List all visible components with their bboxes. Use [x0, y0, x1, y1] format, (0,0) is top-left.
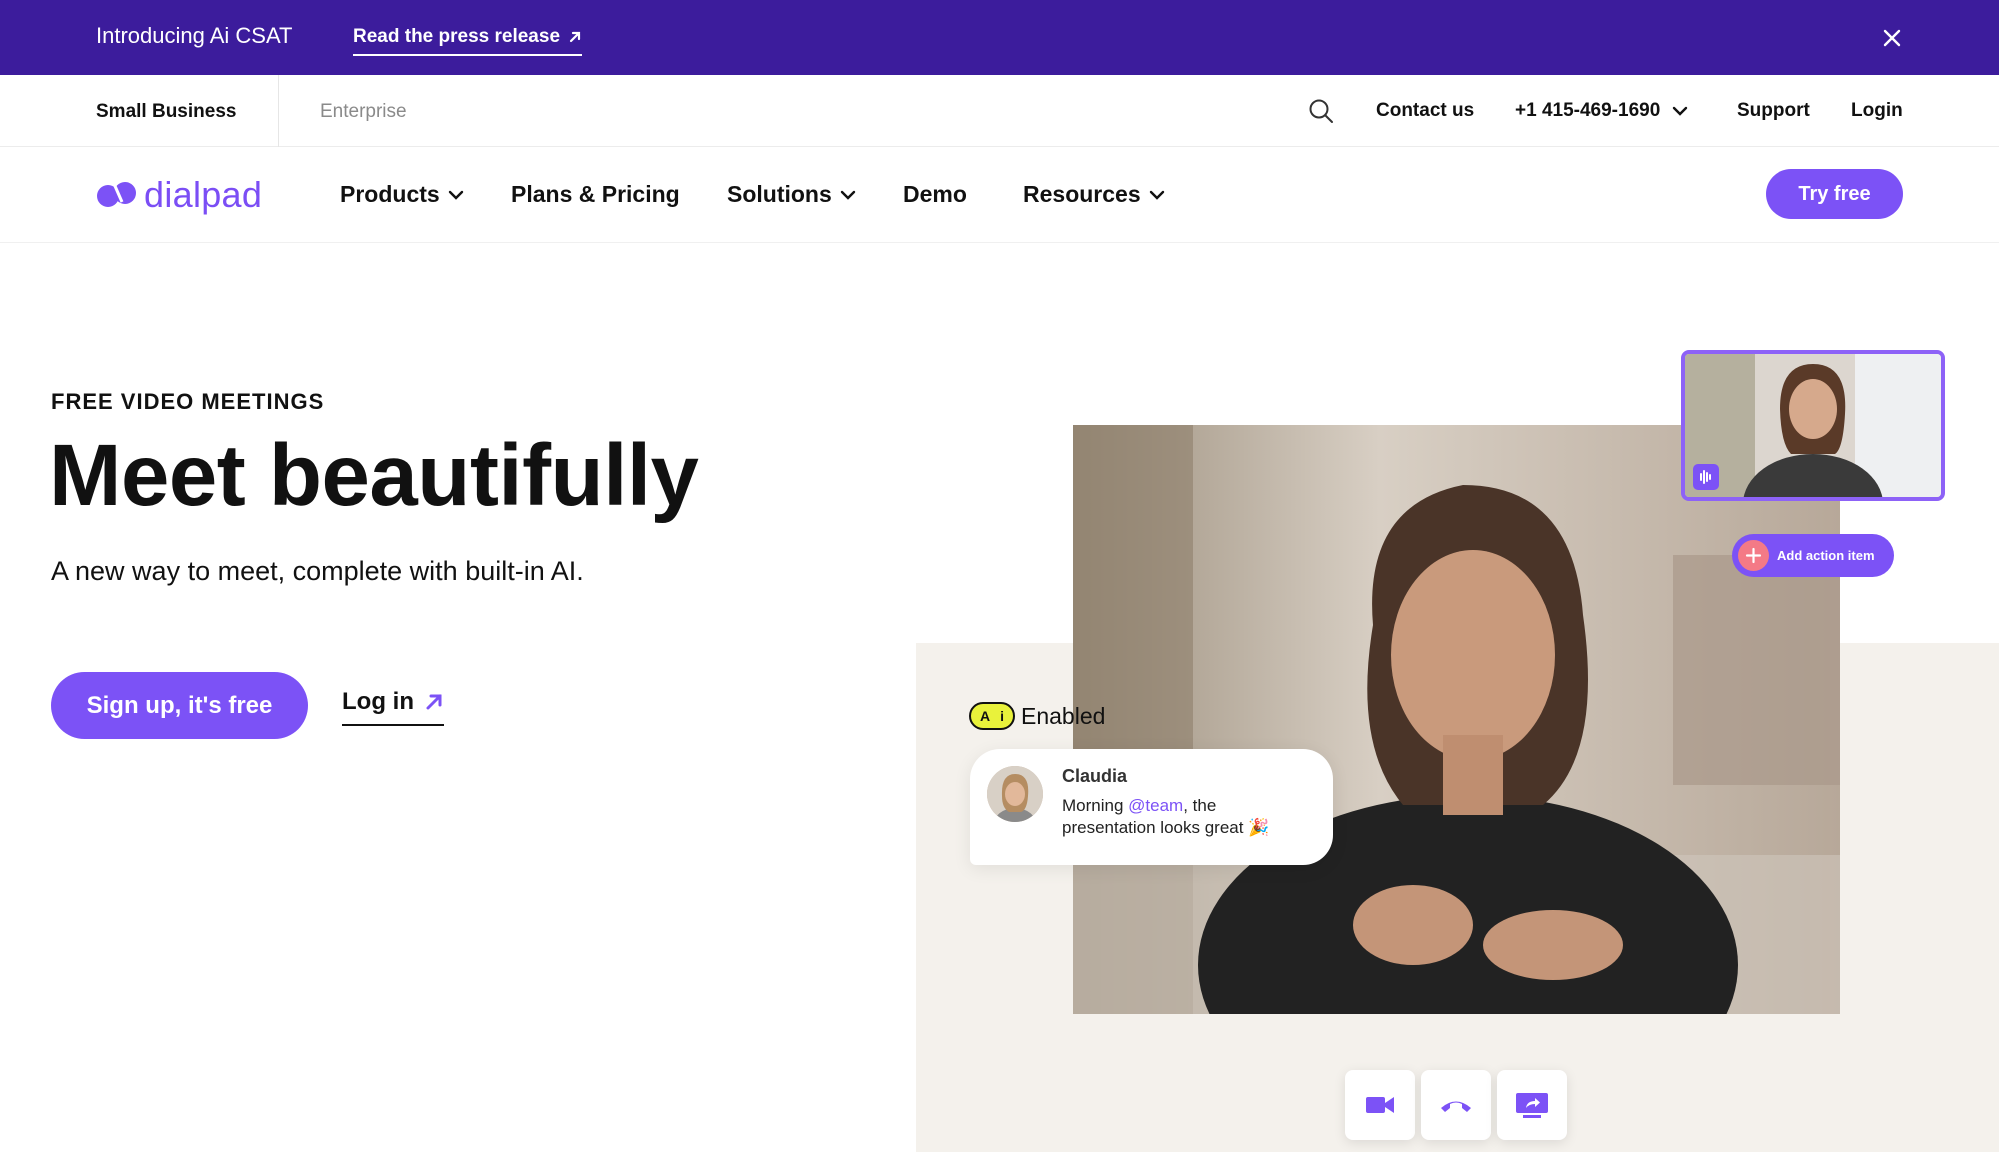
- nav-plans-label: Plans & Pricing: [511, 181, 680, 207]
- main-video-feed: [1073, 425, 1840, 1014]
- nav-resources[interactable]: Resources: [1023, 181, 1165, 208]
- contact-us-link[interactable]: Contact us: [1376, 100, 1474, 122]
- video-toggle-button[interactable]: [1345, 1070, 1415, 1140]
- announcement-text: Introducing Ai CSAT: [96, 23, 293, 48]
- ai-enabled-badge: A i Enabled: [969, 702, 1105, 730]
- speaker-video-illustration: [1073, 425, 1840, 1014]
- chevron-down-icon: [448, 190, 463, 200]
- dialpad-logo-icon: [97, 182, 136, 207]
- try-free-button[interactable]: Try free: [1766, 169, 1903, 219]
- add-action-item-label: Add action item: [1777, 548, 1875, 563]
- search-icon[interactable]: [1307, 97, 1335, 125]
- avatar: [987, 766, 1043, 822]
- chat-sender-name: Claudia: [1062, 766, 1128, 786]
- hero-eyebrow: FREE VIDEO MEETINGS: [51, 389, 325, 414]
- close-icon[interactable]: [1880, 26, 1904, 50]
- screen-share-button[interactable]: [1497, 1070, 1567, 1140]
- hero-headline: Meet beautifully: [49, 427, 699, 524]
- hero-login-label: Log in: [342, 688, 414, 715]
- ai-letter-i: i: [1000, 708, 1004, 724]
- phone-number: +1 415-469-1690: [1515, 100, 1661, 121]
- segment-enterprise[interactable]: Enterprise: [320, 101, 407, 123]
- hero-subheading: A new way to meet, complete with built-i…: [51, 556, 584, 586]
- arrow-up-right-icon: [426, 694, 442, 710]
- hang-up-button[interactable]: [1421, 1070, 1491, 1140]
- ai-pill: A i: [969, 702, 1015, 730]
- support-link[interactable]: Support: [1737, 100, 1810, 122]
- nav-demo-label: Demo: [903, 181, 967, 207]
- nav-products[interactable]: Products: [340, 181, 464, 208]
- press-release-label: Read the press release: [353, 26, 561, 47]
- segment-divider: [278, 75, 279, 147]
- hang-up-icon: [1441, 1101, 1471, 1112]
- nav-resources-label: Resources: [1023, 181, 1141, 207]
- nav-demo[interactable]: Demo: [903, 181, 967, 208]
- chevron-down-icon: [840, 190, 855, 200]
- chevron-down-icon: [1673, 106, 1688, 116]
- nav-solutions-label: Solutions: [727, 181, 832, 207]
- utility-bar: Small Business Enterprise Contact us +1 …: [0, 75, 1999, 147]
- main-nav: dialpad Products Plans & Pricing Solutio…: [0, 147, 1999, 243]
- arrow-up-right-icon: [569, 31, 581, 43]
- audio-wave-icon[interactable]: [1693, 464, 1719, 490]
- ai-enabled-label: Enabled: [1021, 702, 1106, 729]
- press-release-link[interactable]: Read the press release: [353, 26, 583, 56]
- chat-message-card: Claudia Morning @team, the presentation …: [970, 749, 1333, 865]
- phone-dropdown[interactable]: +1 415-469-1690: [1515, 100, 1688, 122]
- participant-video-illustration: [1685, 354, 1941, 497]
- video-camera-icon: [1366, 1097, 1394, 1113]
- add-action-item-button[interactable]: Add action item: [1732, 534, 1894, 577]
- screen-share-icon: [1516, 1093, 1548, 1118]
- signup-button[interactable]: Sign up, it's free: [51, 672, 308, 739]
- chat-message-text: Morning @team, the presentation looks gr…: [1062, 795, 1312, 839]
- chat-mention[interactable]: @team: [1128, 796, 1183, 815]
- hero-login-link[interactable]: Log in: [342, 688, 444, 726]
- dialpad-logo[interactable]: dialpad: [96, 174, 262, 216]
- nav-solutions[interactable]: Solutions: [727, 181, 856, 208]
- nav-plans-pricing[interactable]: Plans & Pricing: [511, 181, 680, 208]
- participant-video-thumbnail[interactable]: [1681, 350, 1945, 501]
- chat-msg-part: Morning: [1062, 796, 1129, 815]
- nav-products-label: Products: [340, 181, 440, 207]
- login-link[interactable]: Login: [1851, 100, 1903, 122]
- announcement-bar: Introducing Ai CSAT Read the press relea…: [0, 0, 1999, 75]
- segment-small-business[interactable]: Small Business: [96, 101, 236, 123]
- plus-icon: [1738, 540, 1769, 571]
- chevron-down-icon: [1149, 190, 1164, 200]
- logo-wordmark: dialpad: [144, 174, 263, 215]
- ai-letter-a: A: [979, 708, 991, 724]
